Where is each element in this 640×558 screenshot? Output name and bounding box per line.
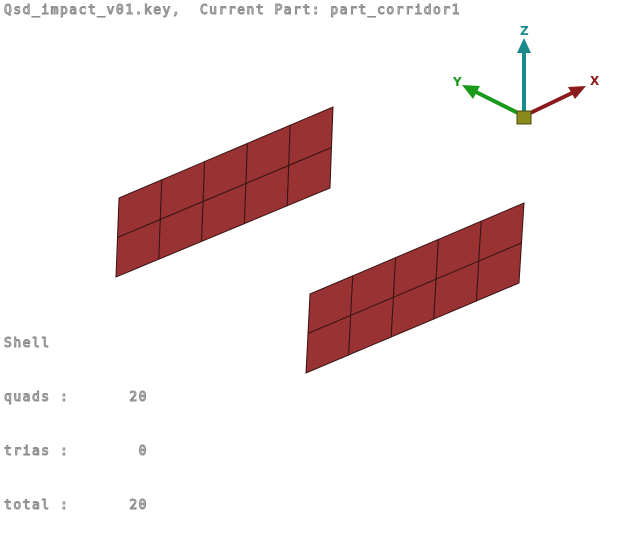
viewport-title: Qsd_impact_v01.key, Current Part: part_c… [3,3,462,19]
stats-heading-row: Shell [4,336,154,360]
axis-triad: X Y Z [452,24,600,125]
stats-row-trias: trias : 0 [3,444,154,468]
stats-row-total: total : 20 [3,498,154,522]
triad-origin-cube [516,110,532,125]
stat-value-quads: 20 [129,390,148,406]
x-axis-label: X [590,74,600,88]
z-axis-arrowhead [517,38,531,53]
stats-row-quads: quads : 20 [3,390,154,414]
stats-heading: Shell [4,336,51,352]
stat-label-quads: quads : [3,390,70,406]
z-axis-label: Z [520,24,529,38]
stat-value-trias: 0 [138,444,148,460]
shell-part-right[interactable] [305,202,525,374]
shell-part-left[interactable] [115,106,334,278]
y-axis-label: Y [452,75,462,89]
mesh-statistics: Shell quads : 20 trias : 0 total : 20 [3,306,154,537]
stat-value-total: 20 [129,498,148,514]
stat-label-trias: trias : [3,444,70,460]
stat-label-total: total : [3,498,70,514]
